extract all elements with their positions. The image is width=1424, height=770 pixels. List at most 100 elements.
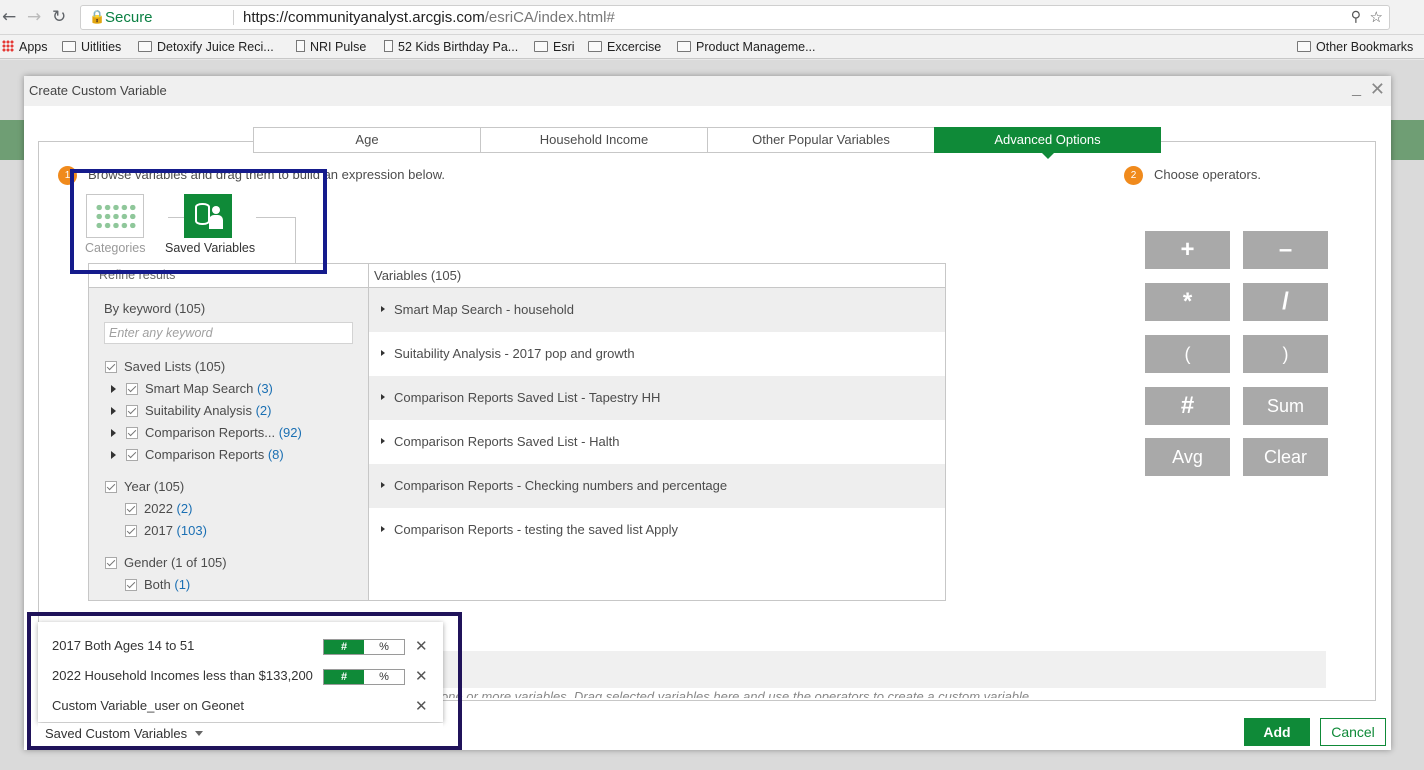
checkbox-icon[interactable] — [126, 427, 138, 439]
bookmark-nri-pulse[interactable]: NRI Pulse — [296, 38, 366, 56]
cancel-button[interactable]: Cancel — [1320, 718, 1386, 746]
url-text[interactable]: https://communityanalyst.arcgis.com/esri… — [243, 6, 615, 29]
filter-count: (2) — [255, 403, 272, 418]
variable-label: Smart Map Search - household — [394, 302, 574, 317]
tab-other-popular-variables[interactable]: Other Popular Variables — [707, 127, 934, 153]
variable-row[interactable]: Comparison Reports - Checking numbers an… — [369, 464, 945, 508]
address-bar[interactable]: 🔒 Secure https://communityanalyst.arcgis… — [80, 5, 1390, 30]
filter-label: 2022 — [144, 501, 173, 516]
bookmark-label: Other Bookmarks — [1316, 40, 1414, 54]
bookmark-apps[interactable]: Apps — [2, 38, 48, 56]
bookmark-label: NRI Pulse — [310, 40, 367, 54]
bookmark-excercise[interactable]: Excercise — [588, 38, 661, 56]
filter-label: Comparison Reports — [145, 447, 265, 462]
open-paren-button[interactable]: ( — [1145, 335, 1230, 373]
sum-operator-button[interactable]: Sum — [1243, 387, 1328, 425]
filter-year-2017[interactable]: 2017 (103) — [125, 522, 207, 540]
checkbox-icon[interactable] — [126, 449, 138, 461]
filter-gender-both[interactable]: Both (1) — [125, 576, 190, 594]
bookmark-star-icon[interactable]: ☆ — [1370, 6, 1383, 29]
checkbox-icon[interactable] — [105, 557, 117, 569]
minimize-icon[interactable]: _ — [1352, 80, 1361, 98]
filter-count: (92) — [278, 425, 302, 440]
add-button[interactable]: Add — [1244, 718, 1310, 746]
filter-label: Comparison Reports... — [145, 425, 276, 440]
folder-icon — [677, 41, 691, 52]
variable-label: Suitability Analysis - 2017 pop and grow… — [394, 346, 635, 361]
expand-icon[interactable] — [111, 407, 116, 415]
checkbox-icon[interactable] — [126, 383, 138, 395]
filter-count: (2) — [176, 501, 193, 516]
tab-age[interactable]: Age — [253, 127, 480, 153]
tab-advanced-options[interactable]: Advanced Options — [934, 127, 1161, 159]
page-icon — [296, 40, 305, 52]
folder-icon — [138, 41, 152, 52]
checkbox-icon[interactable] — [126, 405, 138, 417]
checkbox-icon[interactable] — [105, 481, 117, 493]
minus-operator-button[interactable]: – — [1243, 231, 1328, 269]
expand-icon[interactable] — [381, 306, 385, 312]
filter-label: Gender (1 of 105) — [124, 555, 227, 570]
bookmark-esri[interactable]: Esri — [534, 38, 575, 56]
variable-row[interactable]: Comparison Reports - testing the saved l… — [369, 508, 945, 552]
highlight-box-saved-custom — [27, 612, 462, 750]
refine-results-pane: Refine results By keyword (105) Saved Li… — [89, 264, 369, 600]
variable-row[interactable]: Smart Map Search - household — [369, 288, 945, 332]
filter-year[interactable]: Year (105) — [105, 478, 184, 496]
reload-icon[interactable]: ↻ — [52, 7, 66, 27]
filter-comparison-reports-long[interactable]: Comparison Reports... (92) — [111, 424, 302, 442]
number-operator-button[interactable]: # — [1145, 387, 1230, 425]
keyword-search-input[interactable] — [104, 322, 353, 344]
expand-icon[interactable] — [381, 438, 385, 444]
filter-count: (1) — [174, 577, 191, 592]
bookmark-uitlities[interactable]: Uitlities — [62, 38, 121, 56]
variable-row[interactable]: Suitability Analysis - 2017 pop and grow… — [369, 332, 945, 376]
variable-tabs: Age Household Income Other Popular Varia… — [253, 127, 1161, 159]
clear-operator-button[interactable]: Clear — [1243, 438, 1328, 476]
avg-operator-button[interactable]: Avg — [1145, 438, 1230, 476]
filter-count: (3) — [257, 381, 273, 396]
expand-icon[interactable] — [111, 451, 116, 459]
expand-icon[interactable] — [381, 482, 385, 488]
variable-row[interactable]: Comparison Reports Saved List - Halth — [369, 420, 945, 464]
filter-label: 2017 — [144, 523, 173, 538]
expand-icon[interactable] — [381, 350, 385, 356]
variable-label: Comparison Reports Saved List - Tapestry… — [394, 390, 661, 405]
expression-drop-area[interactable] — [394, 651, 1326, 688]
checkbox-icon[interactable] — [125, 503, 137, 515]
expand-icon[interactable] — [111, 385, 116, 393]
checkbox-icon[interactable] — [105, 361, 117, 373]
filter-gender[interactable]: Gender (1 of 105) — [105, 554, 227, 572]
bookmark-other[interactable]: Other Bookmarks — [1297, 38, 1413, 56]
bookmark-detoxify[interactable]: Detoxify Juice Reci... — [138, 38, 274, 56]
expand-icon[interactable] — [111, 429, 116, 437]
close-paren-button[interactable]: ) — [1243, 335, 1328, 373]
highlight-box-categories — [70, 169, 327, 274]
variable-label: Comparison Reports - Checking numbers an… — [394, 478, 728, 493]
filter-smart-map-search[interactable]: Smart Map Search (3) — [111, 380, 273, 398]
tab-household-income[interactable]: Household Income — [480, 127, 707, 153]
multiply-operator-button[interactable]: * — [1145, 283, 1230, 321]
bookmark-product-management[interactable]: Product Manageme... — [677, 38, 816, 56]
lock-icon: 🔒 — [89, 10, 106, 25]
checkbox-icon[interactable] — [125, 579, 137, 591]
expand-icon[interactable] — [381, 394, 385, 400]
close-icon[interactable]: ✕ — [1370, 79, 1385, 100]
url-host: https://communityanalyst.arcgis.com — [243, 9, 485, 26]
filter-saved-lists[interactable]: Saved Lists (105) — [105, 358, 225, 376]
filter-comparison-reports[interactable]: Comparison Reports (8) — [111, 446, 284, 464]
key-icon[interactable]: ⚲ — [1351, 6, 1361, 29]
bookmark-kids-birthday[interactable]: 52 Kids Birthday Pa... — [384, 38, 518, 56]
plus-operator-button[interactable]: + — [1145, 231, 1230, 269]
keyword-label: By keyword (105) — [104, 301, 206, 316]
checkbox-icon[interactable] — [125, 525, 137, 537]
step-2-instruction: Choose operators. — [1154, 167, 1261, 182]
forward-icon[interactable]: → — [27, 7, 41, 27]
divide-operator-button[interactable]: / — [1243, 283, 1328, 321]
expand-icon[interactable] — [381, 526, 385, 532]
back-icon[interactable]: ← — [2, 7, 16, 27]
variable-row[interactable]: Comparison Reports Saved List - Tapestry… — [369, 376, 945, 420]
bookmark-label: Excercise — [607, 40, 662, 54]
filter-year-2022[interactable]: 2022 (2) — [125, 500, 192, 518]
filter-suitability-analysis[interactable]: Suitability Analysis (2) — [111, 402, 271, 420]
